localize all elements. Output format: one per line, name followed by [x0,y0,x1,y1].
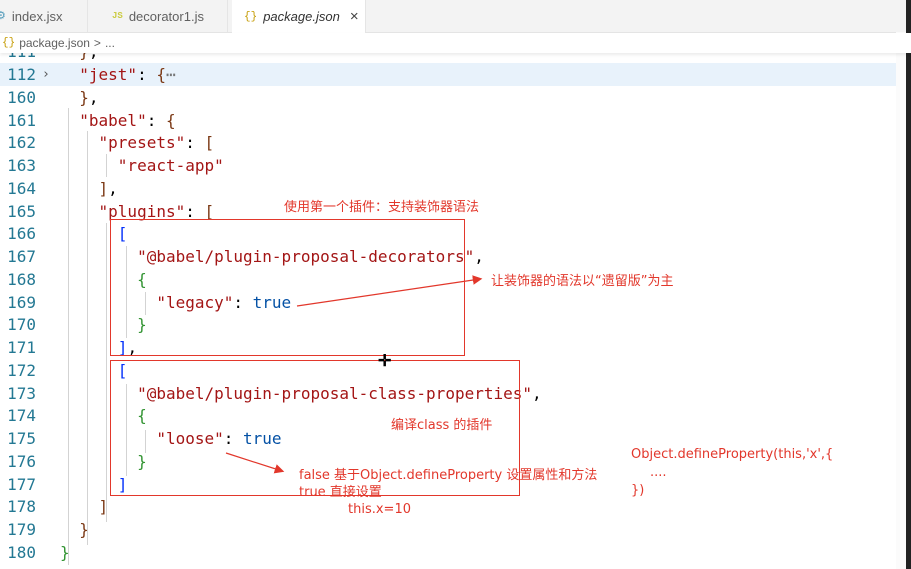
react-file-icon: ⚙ [0,11,6,23]
code-line[interactable]: 160 }, [0,86,896,109]
annotation-text: this.x=10 [348,502,411,517]
line-number: 180 [7,542,36,562]
code-line[interactable]: 111 }, [0,53,896,63]
code-line[interactable]: 180} [0,541,896,564]
annotation-text: 编译class 的插件 [391,418,493,433]
line-number: 170 [7,315,36,335]
line-number: 176 [7,451,36,471]
line-number: 160 [7,87,36,107]
tab-label: index.jsx [11,8,63,24]
annotation-text: .... [650,465,667,480]
line-number: 179 [7,520,36,539]
code-text: "presets": [ [98,133,215,153]
line-number: 177 [7,474,36,494]
json-file-icon: {} [244,10,258,23]
line-number: 164 [7,178,36,198]
annotation-box-decorators [110,219,465,356]
annotation-text: 让装饰器的语法以“遗留版”为主 [491,274,674,289]
code-line[interactable]: 112 › "jest": {⋯ [0,63,896,86]
line-number: 168 [7,269,36,289]
json-file-icon: {} [2,37,16,49]
indent-guide [68,108,69,565]
line-number: 161 [7,110,36,130]
indent-guide [87,131,88,545]
tab-package-json[interactable]: {} package.json × [232,0,366,33]
code-line[interactable]: 163 "react-app" [0,154,896,177]
code-line[interactable]: 162 "presets": [ [0,131,896,154]
annotation-text: }) [631,483,645,498]
line-number: 166 [7,224,36,244]
window-edge [906,0,911,569]
move-cursor-icon: ✛ [378,353,392,370]
line-number: 111 [0,53,36,63]
breadcrumb-more[interactable]: ... [105,36,115,50]
code-line[interactable]: 161 "babel": { [0,109,896,132]
breadcrumb: {} package.json > ... [0,33,911,53]
line-number: 169 [7,292,36,312]
line-number: 165 [7,201,36,221]
close-icon[interactable]: × [350,8,359,25]
line-number: 171 [7,338,36,357]
breadcrumb-file[interactable]: package.json [19,36,90,50]
tab-label: package.json [263,9,340,24]
line-number: 174 [7,406,36,426]
line-number: 167 [7,247,36,266]
js-file-icon: JS [112,11,123,21]
line-number: 172 [7,360,36,380]
indent-guide [106,154,107,177]
code-text: "react-app" [117,156,224,175]
line-number: 112 [7,65,36,84]
code-text: "jest": {⋯ [79,65,176,84]
line-number: 173 [7,383,36,403]
line-number: 163 [7,156,36,175]
tab-bar: ⚙ index.jsx JS decorator1.js {} package.… [0,0,911,33]
fold-chevron-icon[interactable]: › [42,63,50,86]
tab-label: decorator1.js [128,8,204,24]
code-text: }, [79,87,99,107]
chevron-right-icon: > [93,36,101,50]
code-line[interactable]: 179 } [0,518,896,541]
line-number: 175 [7,429,36,448]
annotation-text: true 直接设置 [299,485,382,500]
code-line[interactable]: 178 ] [0,495,896,518]
line-number: 178 [7,497,36,517]
code-text: } [79,520,89,539]
code-text: }, [60,53,98,63]
tab-decorator1-js[interactable]: JS decorator1.js [100,0,228,32]
annotation-text: 使用第一个插件：支持装饰器语法 [284,200,480,215]
annotation-text: Object.defineProperty(this,'x',{ [631,447,834,462]
indent-guide [106,223,107,522]
code-text: "babel": { [79,110,176,130]
line-number: 162 [7,133,36,153]
tab-index-jsx[interactable]: ⚙ index.jsx [0,0,88,32]
